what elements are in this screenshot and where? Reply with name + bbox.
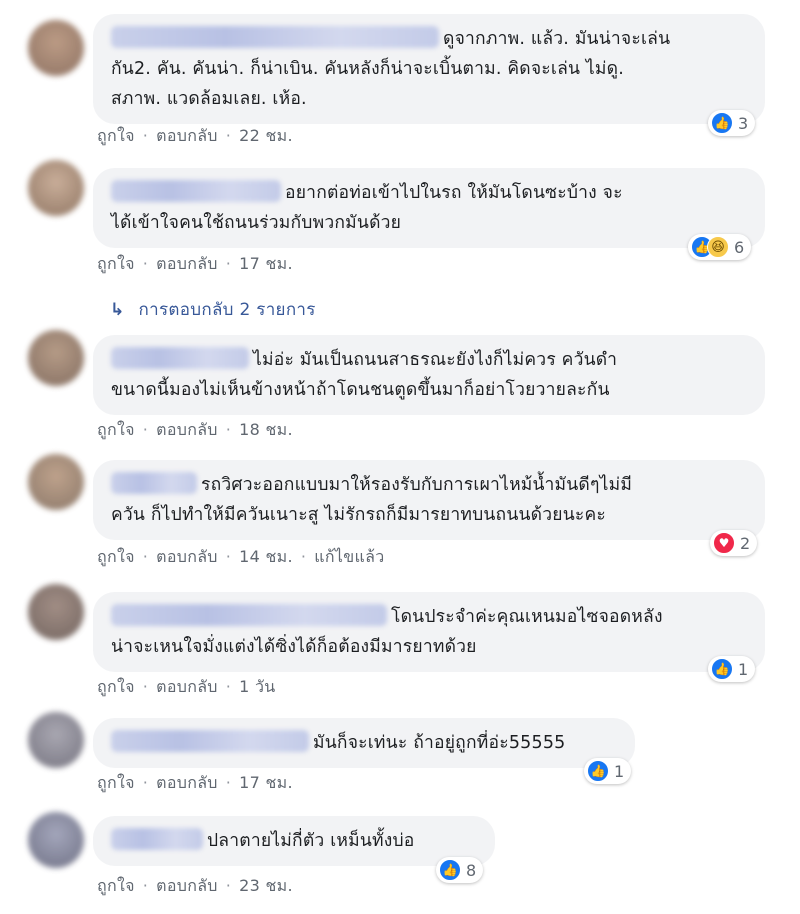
reaction-count: 8 — [466, 860, 477, 880]
separator: · — [225, 773, 232, 792]
separator: · — [142, 547, 149, 566]
reaction-summary[interactable]: 👍 8 — [436, 857, 484, 883]
avatar[interactable] — [28, 160, 84, 216]
separator: · — [142, 876, 149, 895]
haha-reaction-icon: 😆 — [707, 236, 729, 258]
comment-bubble: อยากต่อท่อเข้าไปในรถ ให้มันโดนซะบ้าง จะ … — [93, 168, 765, 248]
comment-text-line: น่าจะเหนใจมั่งแต่งได้ซิ่งได้ก็อต้องมีมาร… — [111, 637, 477, 657]
comment-text-line: ไม่อ่ะ มันเป็นถนนสาธรณะยังไงก็ไม่ควร ควั… — [253, 350, 618, 370]
like-button[interactable]: ถูกใจ — [97, 254, 135, 273]
separator: · — [225, 420, 232, 439]
like-button[interactable]: ถูกใจ — [97, 677, 135, 696]
author-name-redacted[interactable] — [111, 730, 309, 752]
reaction-summary[interactable]: 👍 1 — [584, 758, 632, 784]
separator: · — [225, 254, 232, 273]
comment-text-line: โดนประจำค่ะคุณเหนมอไซจอดหลัง — [391, 607, 663, 627]
comment-text-line: มันก็จะเท่นะ ถ้าอยู่ถูกที่อ่ะ55555 — [313, 733, 566, 753]
reaction-summary[interactable]: ♥ 2 — [710, 530, 758, 556]
comment-bubble: ไม่อ่ะ มันเป็นถนนสาธรณะยังไงก็ไม่ควร ควั… — [93, 335, 765, 415]
replies-count-label: การตอบกลับ 2 รายการ — [138, 300, 316, 320]
like-button[interactable]: ถูกใจ — [97, 420, 135, 439]
like-button[interactable]: ถูกใจ — [97, 547, 135, 566]
separator: · — [225, 876, 232, 895]
view-replies-link[interactable]: ↳ การตอบกลับ 2 รายการ — [110, 296, 316, 323]
separator: · — [142, 677, 149, 696]
avatar[interactable] — [28, 712, 84, 768]
separator: · — [225, 126, 232, 145]
author-name-redacted[interactable] — [111, 180, 281, 202]
comment-actions: ถูกใจ · ตอบกลับ · 23 ชม. — [97, 874, 293, 899]
reaction-count: 6 — [734, 237, 745, 257]
timestamp[interactable]: 14 ชม. — [239, 547, 293, 566]
reaction-summary[interactable]: 👍 3 — [708, 110, 756, 136]
separator: · — [300, 547, 307, 566]
comment-text-line: ควัน ก็ไปทำให้มีควันเนาะสู ไม่รักรถก็มีม… — [111, 505, 606, 525]
comment-text-line: ขนาดนี้มองไม่เห็นข้างหน้าถ้าโดนชนตูดขึ้น… — [111, 380, 610, 400]
timestamp[interactable]: 17 ชม. — [239, 773, 293, 792]
author-name-redacted[interactable] — [111, 828, 203, 850]
like-reaction-icon: 👍 — [711, 658, 733, 680]
comment-bubble: รถวิศวะออกแบบมาให้รองรับกับการเผาไหม้น้ำ… — [93, 460, 765, 540]
separator: · — [225, 677, 232, 696]
like-button[interactable]: ถูกใจ — [97, 876, 135, 895]
like-button[interactable]: ถูกใจ — [97, 126, 135, 145]
like-reaction-icon: 👍 — [439, 859, 461, 881]
reply-button[interactable]: ตอบกลับ — [156, 876, 218, 895]
comment-text-line: รถวิศวะออกแบบมาให้รองรับกับการเผาไหม้น้ำ… — [201, 475, 633, 495]
comment-bubble: ปลาตายไม่กี่ตัว เหม็นทั้งบ่อ — [93, 816, 495, 866]
comment-text-line: ดูจากภาพ. แล้ว. มันน่าจะเล่น — [443, 29, 671, 49]
comment-actions: ถูกใจ · ตอบกลับ · 17 ชม. — [97, 771, 293, 796]
comment-actions: ถูกใจ · ตอบกลับ · 1 วัน — [97, 675, 276, 700]
comment-bubble: โดนประจำค่ะคุณเหนมอไซจอดหลัง น่าจะเหนใจม… — [93, 592, 765, 672]
comment-bubble: มันก็จะเท่นะ ถ้าอยู่ถูกที่อ่ะ55555 — [93, 718, 635, 768]
comment-text-line: กัน2. คัน. คันน่า. ก็น่าเบิน. คันหลังก็น… — [111, 59, 624, 79]
reaction-count: 1 — [614, 761, 625, 781]
edited-label[interactable]: แก้ไขแล้ว — [314, 547, 384, 566]
timestamp[interactable]: 17 ชม. — [239, 254, 293, 273]
reaction-summary[interactable]: 👍 😆 6 — [688, 234, 752, 260]
like-button[interactable]: ถูกใจ — [97, 773, 135, 792]
reaction-summary[interactable]: 👍 1 — [708, 656, 756, 682]
separator: · — [142, 773, 149, 792]
separator: · — [142, 420, 149, 439]
comment-actions: ถูกใจ · ตอบกลับ · 17 ชม. — [97, 252, 293, 277]
separator: · — [225, 547, 232, 566]
comment-text-line: ได้เข้าใจคนใช้ถนนร่วมกับพวกมันด้วย — [111, 213, 402, 233]
reply-button[interactable]: ตอบกลับ — [156, 677, 218, 696]
avatar[interactable] — [28, 20, 84, 76]
like-reaction-icon: 👍 — [587, 760, 609, 782]
comment-actions: ถูกใจ · ตอบกลับ · 22 ชม. — [97, 124, 293, 149]
comment-actions: ถูกใจ · ตอบกลับ · 18 ชม. — [97, 418, 293, 443]
comment-text-line: สภาพ. แวดล้อมเลย. เห้อ. — [111, 89, 307, 109]
reply-button[interactable]: ตอบกลับ — [156, 254, 218, 273]
reply-button[interactable]: ตอบกลับ — [156, 547, 218, 566]
timestamp[interactable]: 22 ชม. — [239, 126, 293, 145]
author-name-redacted[interactable] — [111, 26, 439, 48]
reply-button[interactable]: ตอบกลับ — [156, 773, 218, 792]
timestamp[interactable]: 23 ชม. — [239, 876, 293, 895]
like-reaction-icon: 👍 — [711, 112, 733, 134]
comment-actions: ถูกใจ · ตอบกลับ · 14 ชม. · แก้ไขแล้ว — [97, 545, 384, 570]
reaction-count: 3 — [738, 113, 749, 133]
comment-text-line: อยากต่อท่อเข้าไปในรถ ให้มันโดนซะบ้าง จะ — [285, 183, 623, 203]
timestamp[interactable]: 1 วัน — [239, 677, 275, 696]
avatar[interactable] — [28, 454, 84, 510]
avatar[interactable] — [28, 812, 84, 868]
comment-text-line: ปลาตายไม่กี่ตัว เหม็นทั้งบ่อ — [207, 831, 415, 851]
reaction-count: 2 — [740, 533, 751, 553]
separator: · — [142, 126, 149, 145]
timestamp[interactable]: 18 ชม. — [239, 420, 293, 439]
love-reaction-icon: ♥ — [713, 532, 735, 554]
reply-button[interactable]: ตอบกลับ — [156, 420, 218, 439]
reply-button[interactable]: ตอบกลับ — [156, 126, 218, 145]
reaction-count: 1 — [738, 659, 749, 679]
author-name-redacted[interactable] — [111, 472, 197, 494]
avatar[interactable] — [28, 330, 84, 386]
author-name-redacted[interactable] — [111, 604, 387, 626]
avatar[interactable] — [28, 584, 84, 640]
separator: · — [142, 254, 149, 273]
reply-arrow-icon: ↳ — [110, 300, 125, 320]
author-name-redacted[interactable] — [111, 347, 249, 369]
comment-bubble: ดูจากภาพ. แล้ว. มันน่าจะเล่น กัน2. คัน. … — [93, 14, 765, 124]
